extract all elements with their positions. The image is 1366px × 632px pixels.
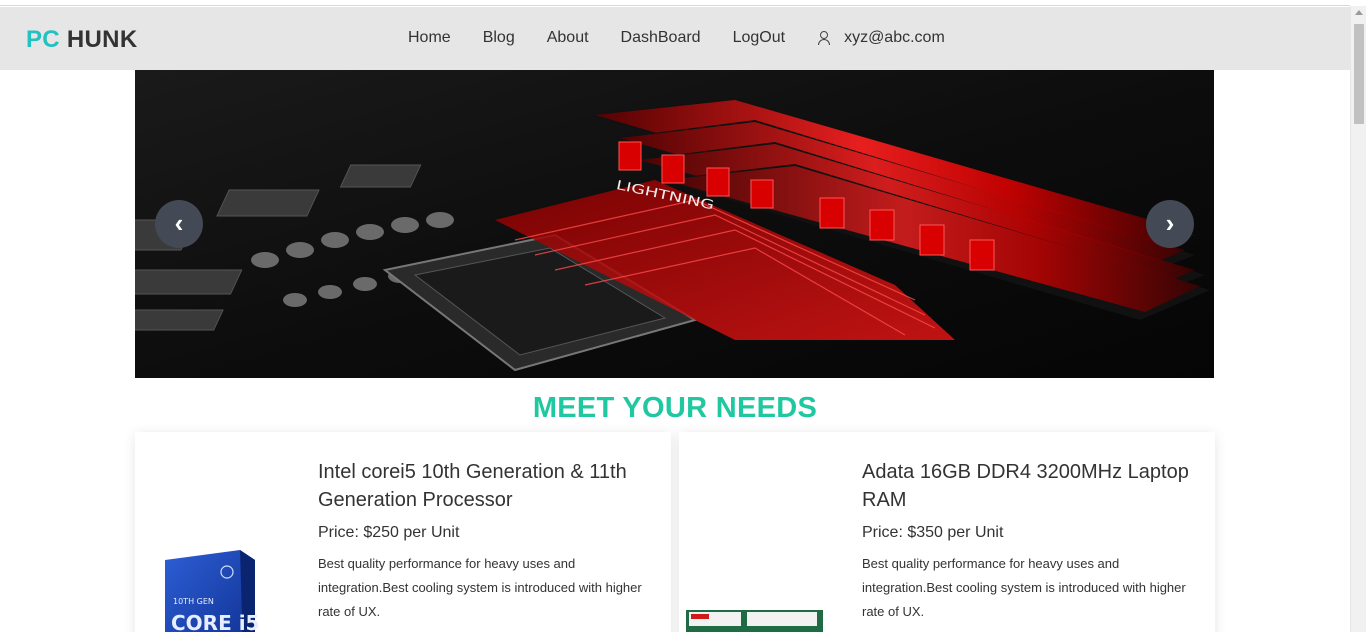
product-price: Price: $350 per Unit	[862, 524, 1004, 541]
product-card[interactable]: 10TH GEN CORE i5 Intel corei5 10th Gener…	[135, 432, 671, 632]
brand-logo-pc: PC	[26, 26, 60, 53]
product-image-cpu: 10TH GEN CORE i5	[165, 550, 259, 632]
chevron-left-icon: ‹	[174, 208, 184, 238]
product-title: Intel corei5 10th Generation & 11th Gene…	[318, 461, 627, 511]
product-card-body: Intel corei5 10th Generation & 11th Gene…	[318, 458, 648, 624]
svg-text:CORE i5: CORE i5	[171, 611, 259, 632]
user-account[interactable]: xyz@abc.com	[817, 29, 945, 47]
product-image-ram	[686, 610, 823, 632]
navbar: PC HUNK Home Blog About DashBoard LogOut…	[0, 7, 1350, 70]
window-top-edge	[0, 0, 1350, 6]
brand-logo-hunk: HUNK	[66, 26, 138, 53]
carousel-next-button[interactable]: ›	[1146, 200, 1194, 248]
nav-home[interactable]: Home	[408, 29, 451, 47]
chevron-right-icon: ›	[1165, 208, 1175, 238]
product-card-body: Adata 16GB DDR4 3200MHz Laptop RAM Price…	[862, 458, 1192, 624]
scrollbar-thumb[interactable]	[1354, 24, 1364, 124]
page: PC HUNK Home Blog About DashBoard LogOut…	[0, 0, 1366, 632]
product-description: Best quality performance for heavy uses …	[318, 556, 642, 619]
nav-blog[interactable]: Blog	[483, 29, 515, 47]
carousel-prev-button[interactable]: ‹	[155, 200, 203, 248]
scroll-up-icon[interactable]	[1355, 10, 1363, 15]
nav-links: Home Blog About DashBoard LogOut xyz@abc…	[408, 29, 945, 47]
product-price: Price: $250 per Unit	[318, 524, 460, 541]
user-icon	[817, 30, 831, 46]
nav-dashboard[interactable]: DashBoard	[621, 29, 701, 47]
page-scrollbar[interactable]	[1350, 6, 1366, 632]
hero-image: LIGHTNING	[135, 70, 1214, 378]
hero-carousel: LIGHTNING ‹ ›	[135, 70, 1214, 378]
brand-logo[interactable]: PC HUNK	[26, 26, 137, 54]
product-description: Best quality performance for heavy uses …	[862, 556, 1186, 619]
section-title: MEET YOUR NEEDS	[532, 392, 818, 424]
svg-text:10TH GEN: 10TH GEN	[173, 597, 214, 606]
nav-about[interactable]: About	[547, 29, 589, 47]
nav-logout[interactable]: LogOut	[733, 29, 785, 47]
product-title: Adata 16GB DDR4 3200MHz Laptop RAM	[862, 461, 1189, 511]
product-card[interactable]: Adata 16GB DDR4 3200MHz Laptop RAM Price…	[679, 432, 1215, 632]
user-email: xyz@abc.com	[844, 29, 945, 46]
